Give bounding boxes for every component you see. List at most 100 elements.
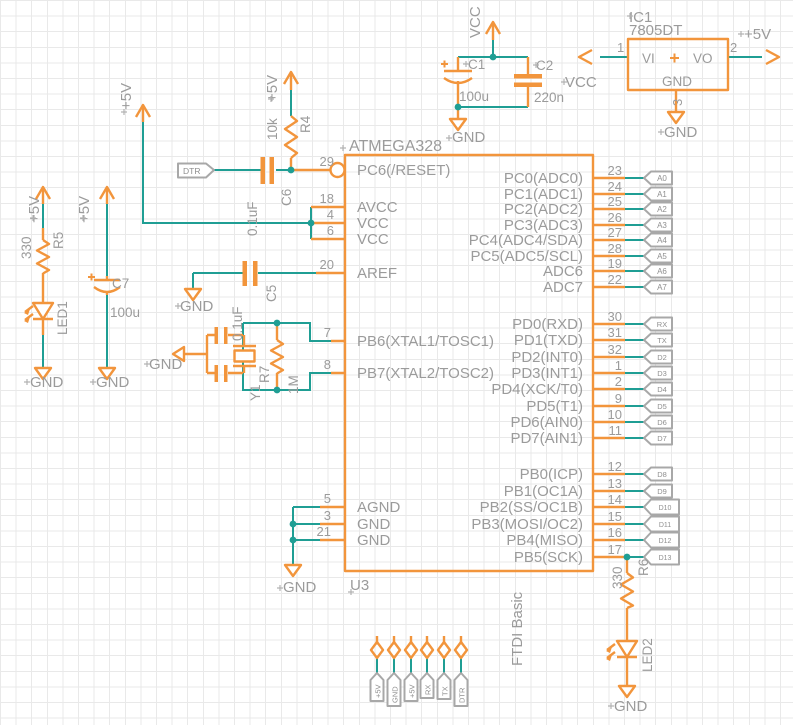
pin-number: 27 (608, 225, 622, 240)
pin-name: PB1(OC1A) (504, 483, 583, 500)
net-tag-label: D12 (659, 538, 672, 545)
input-filter-caps: VCC C1 100u C2 220n GND (441, 6, 564, 146)
net-tag-label: A7 (657, 283, 667, 292)
net-tag-label: A3 (657, 221, 667, 230)
plus5v-net-label: +5V (264, 75, 281, 102)
pin-number: 17 (608, 542, 622, 557)
ftdi-header: +5V GND +5V RX TX DTR FTDI Basic (371, 591, 527, 706)
pin-number: 14 (608, 492, 622, 507)
gnd-net-label: GND (149, 356, 183, 373)
pin-number: 19 (608, 256, 622, 271)
pin-name: PD7(AIN1) (510, 430, 583, 447)
pin-name: ADC7 (543, 279, 583, 296)
net-tag-label: A4 (657, 236, 667, 245)
pin-number: 5 (324, 491, 331, 506)
ftdi-pin-label: RX (424, 685, 433, 695)
gnd-net-label: GND (664, 124, 698, 141)
cap-c6-plate (261, 157, 266, 184)
resonator-cap-plate (215, 327, 219, 344)
pin-name: PB7(XTAL2/TOSC2) (357, 365, 494, 382)
pin-number: 28 (608, 241, 622, 256)
cap-c1-polarity-plus (441, 61, 448, 68)
net-tag-label: TX (657, 336, 667, 345)
ftdi-pin-label: +5V (374, 684, 383, 698)
pin-name: PD0(RXD) (512, 316, 583, 333)
mcu-left-pin-names: PC6(/RESET) AVCC VCC VCC AREF PB6(XTAL1/… (357, 162, 494, 549)
resonator-cap-plate (215, 365, 219, 382)
resonator-cap-plate (224, 327, 228, 344)
cap-c2-plate (514, 74, 542, 79)
resistor-r4-value: 10k (265, 118, 280, 140)
gnd-net-label: GND (180, 298, 214, 315)
pin-number: 31 (608, 325, 622, 340)
pin-name: PB0(ICP) (520, 466, 583, 483)
pin-name: VCC (357, 231, 389, 248)
mcu-ground-tie: GND (283, 565, 317, 596)
crystal-name: Y1 (248, 384, 263, 401)
cap-c5-plate (253, 261, 258, 286)
net-tag-label: D9 (657, 487, 667, 496)
pinhead-diamond-icon (371, 642, 467, 658)
regulator-part: 7805DT (629, 22, 682, 39)
cap-c7-name: C7 (112, 276, 129, 291)
pin-name: AGND (357, 499, 401, 516)
led2-circuit: 330 R6 LED2 GND (606, 559, 655, 715)
pin-number: 15 (608, 509, 622, 524)
vcc-in-arrow-icon (579, 50, 592, 64)
pin-name: PC6(/RESET) (357, 162, 450, 179)
pin-name: PD4(XCK/T0) (491, 381, 583, 398)
pin-name: PB4(MISO) (506, 532, 583, 549)
pin-number: 22 (608, 272, 622, 287)
cap-c7-value: 100u (110, 305, 140, 320)
plus5v-net-label: +5V (76, 196, 93, 223)
pin-name: VCC (357, 215, 389, 232)
cap-c7-polarity-plus (88, 274, 95, 281)
pin-number: 13 (608, 476, 622, 491)
plus5v-net-label: +5V (26, 196, 43, 223)
pin-name: GND (357, 516, 391, 533)
net-tag-label: D8 (657, 470, 667, 479)
ftdi-pin-label: TX (441, 686, 450, 696)
pin-name: PD5(T1) (526, 398, 583, 415)
pin-number: 16 (608, 525, 622, 540)
resistor-r5-name: R5 (51, 232, 66, 249)
resistor-r7-value: 1M (286, 375, 301, 394)
pin-number: 30 (608, 309, 622, 324)
pin-number: 25 (608, 194, 622, 209)
net-tag-label: D6 (657, 418, 667, 427)
mcu-left-pin-numbers: 29 18 4 6 20 7 8 5 3 21 (317, 154, 334, 539)
pin-name: AVCC (357, 199, 398, 216)
regulator-vi-label: VI (642, 51, 655, 66)
net-tag-label: D3 (657, 369, 667, 378)
cap-c2-value: 220n (534, 90, 564, 105)
pin-number: 12 (608, 459, 622, 474)
pin-number: 4 (327, 207, 334, 222)
cap-c1-curved-plate (444, 78, 472, 83)
ftdi-basic-label: FTDI Basic (509, 591, 526, 666)
ftdi-pin-label: GND (391, 686, 400, 703)
resistor-r7-name: R7 (257, 366, 272, 383)
net-tag-label: A0 (657, 174, 667, 183)
pin-number: 29 (320, 154, 334, 169)
resistor-r5-value: 330 (19, 236, 34, 259)
cap-c6-name: C6 (279, 189, 294, 206)
gnd-net-label: GND (30, 374, 64, 391)
pin-number: 3 (324, 508, 331, 523)
pin-name: PD6(AIN0) (510, 414, 583, 431)
pin-number: 10 (608, 407, 622, 422)
resistor-r4-zigzag (285, 116, 297, 158)
reset-circuit: DTR 0.1uF C6 10k R4 +5V (178, 72, 313, 236)
cap-c2-plate (514, 83, 542, 88)
led1-triangle (33, 303, 53, 319)
cap-c6-plate (270, 157, 275, 184)
mcu-title: ATMEGA328 (349, 138, 442, 155)
regulator-7805: IC1 7805DT VI VO GND 1 2 3 VCC +5V GND (565, 9, 779, 141)
pin-number: 21 (317, 524, 331, 539)
schematic-canvas[interactable]: ATMEGA328 U3 29 18 4 6 20 7 8 5 3 21 PC6… (0, 0, 793, 725)
cap-c6-value: 0.1uF (245, 201, 260, 236)
pin-number: 24 (608, 179, 622, 194)
mcu-portd: PD0(RXD) PD1(TXD) PD2(INT0) PD3(INT1) PD… (491, 309, 672, 447)
pin-number: 32 (608, 342, 622, 357)
gnd-net-label: GND (96, 374, 130, 391)
pin-name: PC0(ADC0) (504, 170, 583, 187)
